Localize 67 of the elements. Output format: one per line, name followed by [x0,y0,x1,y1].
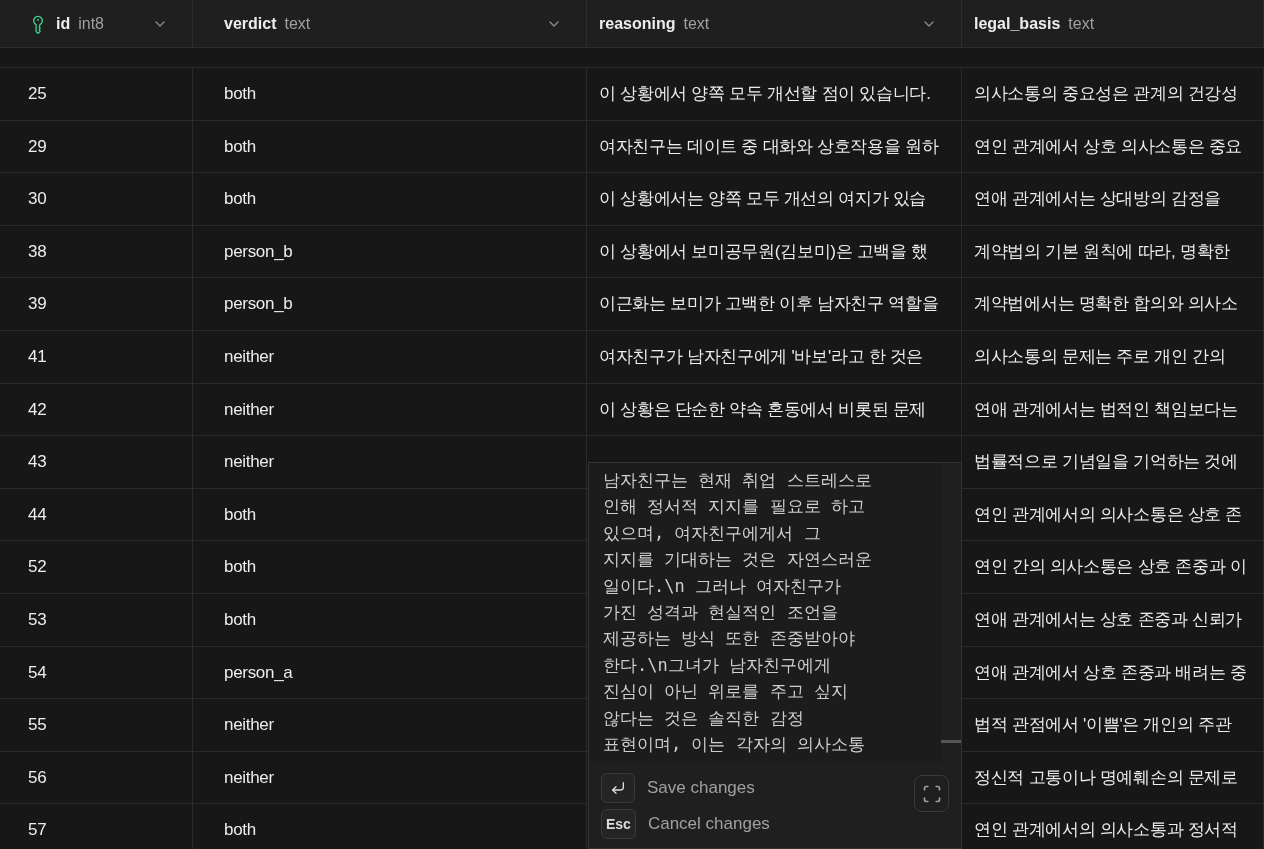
save-changes-button[interactable]: Save changes [647,775,755,801]
table-cell-text: 계약법의 기본 원칙에 따라, 명확한 [974,240,1230,263]
table-cell-text: person_a [224,661,293,684]
table-cell-text: 의사소통의 중요성은 관계의 건강성 [974,83,1238,106]
table-cell-text: 이 상황에서는 양쪽 모두 개선의 여지가 있습 [599,188,927,211]
column-name: legal_basis [974,13,1061,34]
table-cell-text: both [224,83,256,106]
column-type: text [284,13,311,34]
column-name: id [56,13,71,34]
table-cell-text: 여자친구는 데이트 중 대화와 상호작용을 원하 [599,135,939,158]
table-cell-text: 52 [28,556,47,579]
table-cell-text: neither [224,714,274,737]
table-cell-text: neither [224,451,274,474]
table-cell-text: 이 상황에서 양쪽 모두 개선할 점이 있습니다. [599,83,931,106]
enter-icon [610,780,626,796]
table-cell-text: 57 [28,819,47,842]
table-cell-text: 44 [28,503,47,526]
table-cell-text: both [224,609,256,631]
table-cell-text: 연애 관계에서는 법적인 책임보다는 [974,398,1238,421]
table-cell-text: person_b [224,293,293,316]
table-cell-text: both [224,556,256,579]
expand-button[interactable] [914,775,949,812]
column-name: verdict [224,13,277,34]
table-cell-text: 29 [28,135,47,158]
table-cell-text: 30 [28,188,47,211]
table-cell-text: neither [224,346,274,368]
table-cell-text: 55 [28,714,47,737]
table-cell-text: 42 [28,398,47,421]
table-cell-text: both [224,819,256,842]
expand-icon [921,783,942,804]
column-type: text [1068,13,1095,34]
table-cell-text: 연애 관계에서는 상호 존중과 신뢰가 [974,609,1243,631]
table-cell-text: 연인 간의 의사소통은 상호 존중과 이 [974,556,1247,579]
column-type: int8 [78,13,104,34]
table-cell-text: 정신적 고통이나 명예훼손의 문제로 [974,766,1238,789]
table-cell-text: 연인 관계에서의 의사소통과 정서적 [974,819,1238,842]
table-cell-text: 54 [28,661,47,684]
scrollbar[interactable] [941,740,961,743]
table-cell-text: 연애 관계에서는 상대방의 감정을 [974,188,1222,211]
table-cell-text: 법률적으로 기념일을 기억하는 것에 [974,451,1238,474]
table-cell-text: neither [224,766,274,789]
column-type: text [683,13,710,34]
table-cell-text: 이근화는 보미가 고백한 이후 남자친구 역할을 [599,293,939,316]
table-cell-text: 이 상황에서 보미공무원(김보미)은 고백을 했 [599,240,928,263]
table-cell-text: 계약법에서는 명확한 합의와 의사소 [974,293,1238,316]
table-cell-text: both [224,503,256,526]
table-cell-text: 이 상황은 단순한 약속 혼동에서 비롯된 문제 [599,398,927,421]
table-cell-text: 43 [28,451,47,474]
table-cell-text: 53 [28,609,47,631]
cancel-changes-button[interactable]: Cancel changes [647,811,770,837]
table-cell-text: 연인 관계에서 상호 의사소통은 중요 [974,135,1243,158]
table-cell-text: 의사소통의 문제는 주로 개인 간의 [974,346,1226,368]
table-cell-text: both [224,188,256,211]
table-cell-text: 41 [28,346,47,368]
table-cell-text: 39 [28,293,47,316]
table-cell-text: 여자친구가 남자친구에게 '바보'라고 한 것은 [599,346,924,368]
table-cell-text: person_b [224,240,293,263]
table-cell-text: 56 [28,766,47,789]
table-cell-text: 연인 관계에서의 의사소통은 상호 존 [974,503,1243,526]
table-cell-text: both [224,135,256,158]
table-cell-text: 연애 관계에서 상호 존중과 배려는 중 [974,661,1247,684]
table-cell-text: 38 [28,240,47,263]
table-cell-text: 법적 관점에서 '이쁨'은 개인의 주관 [974,714,1232,737]
shortcut-key: Esc [601,809,636,839]
table-cell-text: neither [224,398,274,421]
table-cell-text: 25 [28,83,47,106]
column-name: reasoning [599,13,676,34]
